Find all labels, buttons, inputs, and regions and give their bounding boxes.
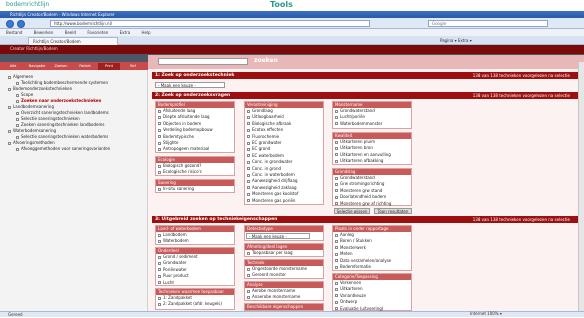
clear-selection-button[interactable]: Selectie wissen (334, 208, 370, 214)
section-3-header: 3: Uitgebreid zoeken op techniekeigensch… (152, 216, 578, 223)
menu-bar: Bestand Bewerken Beeld Favorieten Extra … (0, 29, 584, 36)
box-eigenschappen: Beschikbare eigenschappen (244, 303, 324, 311)
tree-item[interactable]: Waterbodemsanering (8, 128, 56, 133)
tree-item[interactable]: Landbodemsanering (8, 104, 54, 109)
box-monstername: Monstername Grondwaterstand Lucht/poriën… (332, 101, 412, 129)
tree-item[interactable]: Algemeen (8, 74, 33, 79)
option[interactable]: Anaerobe monstername (245, 294, 323, 300)
option[interactable]: Bodemformatie (333, 264, 411, 270)
site-header-label: Creator Richtlijn/Bodem (10, 46, 58, 51)
box-techniek: Techniek Ongestoorde monstername Geroerd… (244, 259, 324, 279)
option[interactable]: Uitkarteren afbakking (333, 158, 411, 164)
detection-select[interactable]: - Maak een keuze - (246, 233, 310, 239)
page-scrollbar[interactable] (578, 62, 584, 314)
box-kwaliteit: Kwaliteit Uitkarteren pluim Uitkarteren … (332, 132, 412, 165)
option[interactable]: Antropogeen materiaal (156, 146, 234, 152)
option[interactable]: In-situ sanering (156, 186, 234, 192)
left-tab-5[interactable]: Print (98, 63, 120, 70)
left-tab-2[interactable]: Navigatie (26, 63, 48, 70)
left-tab-4[interactable]: Pakket (74, 63, 96, 70)
tree-item[interactable]: Zoeken saneringstechnieken landbodems (16, 122, 104, 127)
box-sanering: Sanering In-situ sanering (155, 179, 235, 193)
search-input[interactable] (158, 58, 248, 65)
section-1-header: 1: Zoek op onderzoekstechniek 138 van 138… (152, 72, 578, 79)
address-input[interactable]: http://www.bodemrichtlijn.nl/ (50, 20, 370, 27)
box-land-waterbodem: Land- of waterbodem Landbodem Waterbodem (155, 225, 235, 245)
ie-search-input[interactable]: Google (428, 20, 548, 27)
box-plaats: Plaats in onder rapportage Aanleg Boren … (332, 225, 412, 271)
search-button[interactable]: zoeken (254, 57, 278, 64)
box-afmeting: Afmeting/deel lagen Toepasbaar per laag (244, 243, 324, 257)
box-categorie: Categorie/Toepassing Verkennen Uitkarter… (332, 273, 412, 311)
menu-beeld[interactable]: Beeld (65, 30, 76, 35)
option[interactable]: Lucht (156, 280, 234, 286)
technique-select[interactable]: - Maak een keuze - (155, 82, 225, 88)
command-bar[interactable]: Pagina ▾ Extra ▾ (440, 37, 472, 44)
box-verontreiniging: Verontreiniging Grondlaag Uitloogbaarhei… (244, 101, 324, 205)
box-toepasbaar: Technieken waarmee toepasbaar 1: Zandpak… (155, 288, 235, 310)
status-zone: Internet 100% ▾ (470, 311, 502, 316)
tree-item[interactable]: Selectie saneringstechnieken waterbodems (16, 134, 108, 139)
tree-item[interactable]: Toelichting bodembeschermende systemen (16, 80, 108, 85)
site-header (0, 45, 584, 54)
menu-bestand[interactable]: Bestand (6, 30, 22, 35)
banner-tools-title: Tools (270, 0, 293, 9)
box-onderdeel: Onderdeel Grond / sediment Grondwater Po… (155, 247, 235, 286)
tree-item[interactable]: Afvoeggemethoden voor saneringsvarianten (16, 146, 110, 151)
option[interactable]: 2: Zandpakket (afdr. keugels) (156, 301, 234, 307)
menu-bewerken[interactable]: Bewerken (34, 30, 54, 35)
tree-item[interactable]: Overzicht saneringstechnieken landbodems (16, 110, 109, 115)
option[interactable]: Waterbodem (156, 238, 234, 244)
show-results-button[interactable]: Toon resultaten (374, 208, 412, 214)
tree-item-selected[interactable]: Zoeken naar onderzoekstechnieken (16, 98, 101, 103)
option[interactable]: Geroerd monster (245, 272, 323, 278)
option[interactable]: Ecologische risico's (156, 169, 234, 175)
left-tab-1[interactable]: Alfa (2, 63, 24, 70)
section-2-header: 2: Zoek op onderzoeksvragen 138 van 138 t… (152, 92, 578, 99)
box-analyse: Analyse Aerobe monstername Anaerobe mons… (244, 281, 324, 301)
left-tab-3[interactable]: Zoeken (50, 63, 72, 70)
tree-item[interactable]: Selectie saneringstechnieken (16, 116, 80, 121)
tree-item[interactable]: Afvoeringsmethoden (8, 140, 55, 145)
box-ecologie: Ecologie Biologisch gezond? Ecologische … (155, 156, 235, 176)
tree-item[interactable]: Scope (16, 92, 33, 97)
option[interactable]: Toepasbaar per laag (245, 250, 323, 256)
left-tab-6[interactable]: Ref (122, 63, 144, 70)
option[interactable]: Waterbodemmonster (333, 121, 411, 127)
forward-button[interactable] (17, 20, 25, 28)
browser-tab[interactable]: Richtlijn Creator/Bodem (28, 37, 118, 45)
box-grondslag: Grondslag Grondwaterstand Grw stromingsr… (332, 168, 412, 206)
window-titlebar: Richtlijn Creator/Bodem - Windows Intern… (0, 11, 584, 18)
option[interactable]: Monsteren gas poriën (245, 198, 323, 204)
menu-help[interactable]: Help (141, 30, 150, 35)
back-button[interactable] (6, 20, 14, 28)
banner-title: bodemrichtlijn (6, 1, 50, 8)
option[interactable]: Monsteren grw af richting (333, 201, 411, 207)
box-bodemprofiel: Bodemprofiel Afsluitende laag Diepte afs… (155, 101, 235, 153)
menu-favorieten[interactable]: Favorieten (87, 30, 108, 35)
tree-item[interactable]: Bodemonderzoekstechnieken (8, 86, 72, 91)
menu-extra[interactable]: Extra (120, 30, 131, 35)
